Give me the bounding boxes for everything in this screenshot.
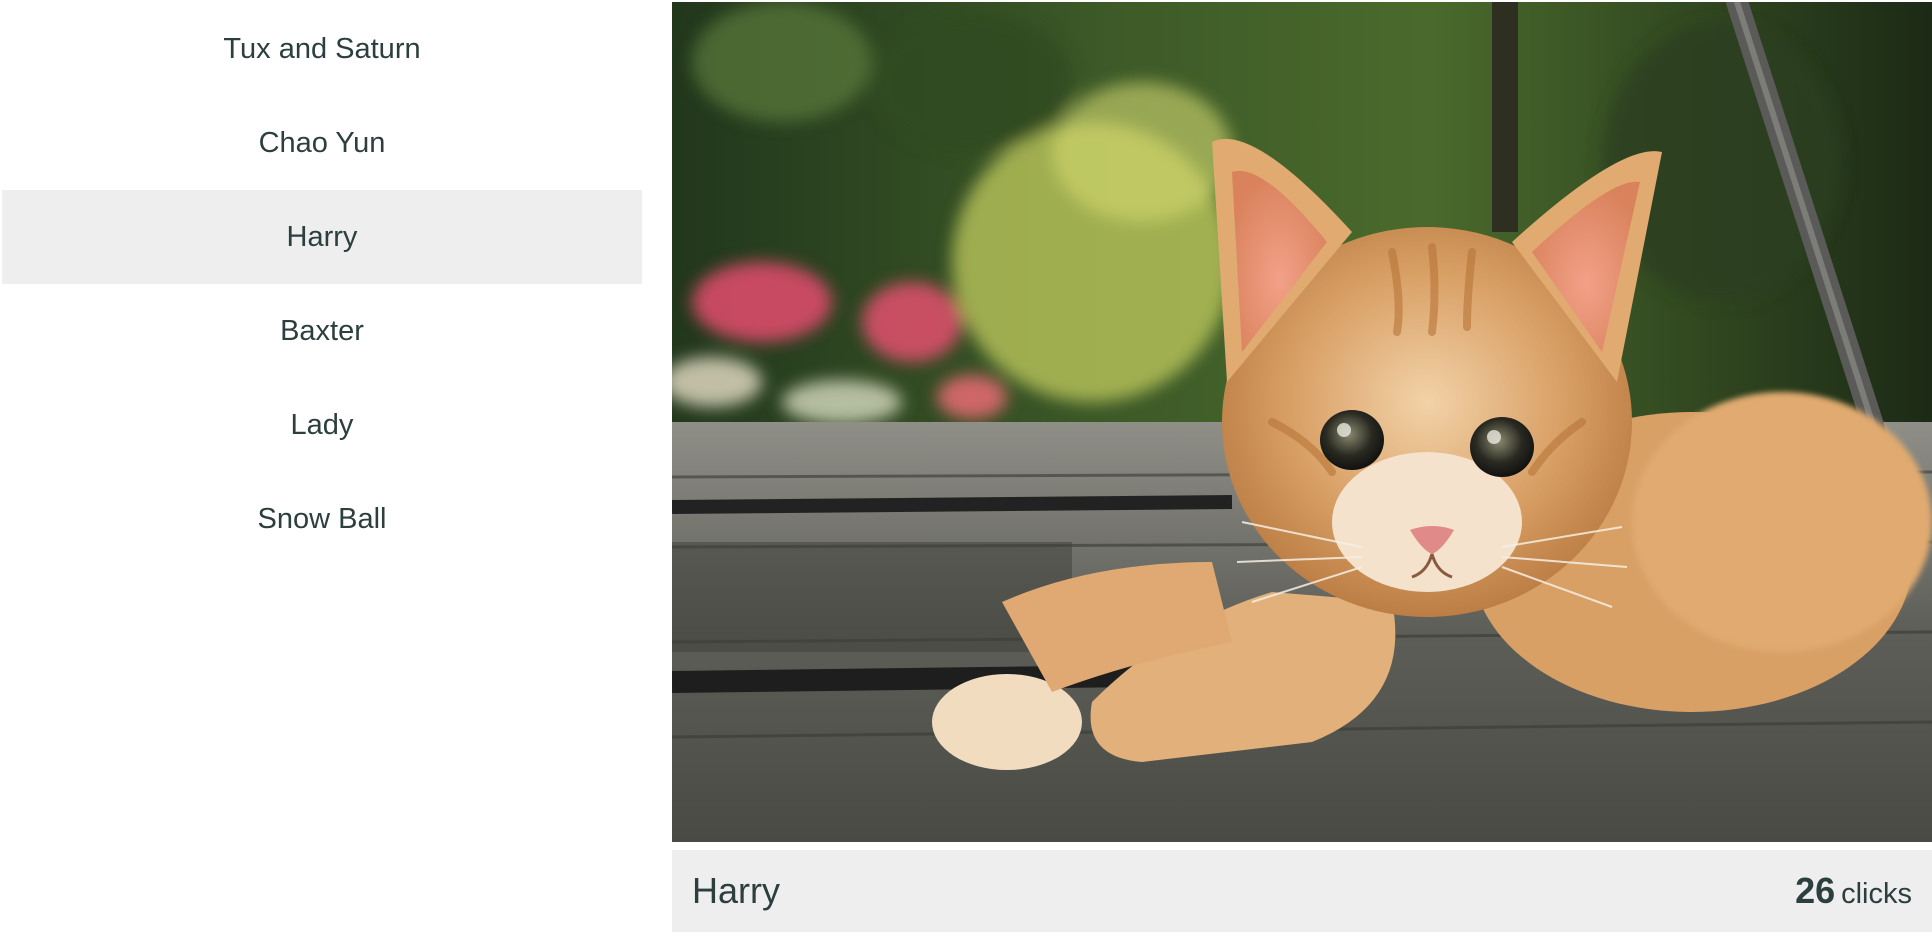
- click-counter: 26 clicks: [1795, 850, 1912, 936]
- cat-list-item-lady[interactable]: Lady: [2, 378, 642, 472]
- cat-list: Tux and Saturn Chao Yun Harry Baxter Lad…: [2, 2, 642, 566]
- cat-list-item-chao-yun[interactable]: Chao Yun: [2, 96, 642, 190]
- cat-list-item-snow-ball[interactable]: Snow Ball: [2, 472, 642, 566]
- click-count: 26: [1795, 870, 1836, 911]
- cat-display: Harry 26 clicks: [672, 2, 1932, 934]
- cat-photo[interactable]: [672, 2, 1932, 842]
- cat-list-item-harry[interactable]: Harry: [2, 190, 642, 284]
- click-unit: clicks: [1841, 878, 1912, 910]
- cat-info-bar: Harry 26 clicks: [672, 850, 1932, 932]
- cat-clicker-app: Tux and Saturn Chao Yun Harry Baxter Lad…: [0, 0, 1932, 936]
- cat-name: Harry: [692, 870, 780, 911]
- cat-list-item-baxter[interactable]: Baxter: [2, 284, 642, 378]
- cat-list-item-tux-and-saturn[interactable]: Tux and Saturn: [2, 2, 642, 96]
